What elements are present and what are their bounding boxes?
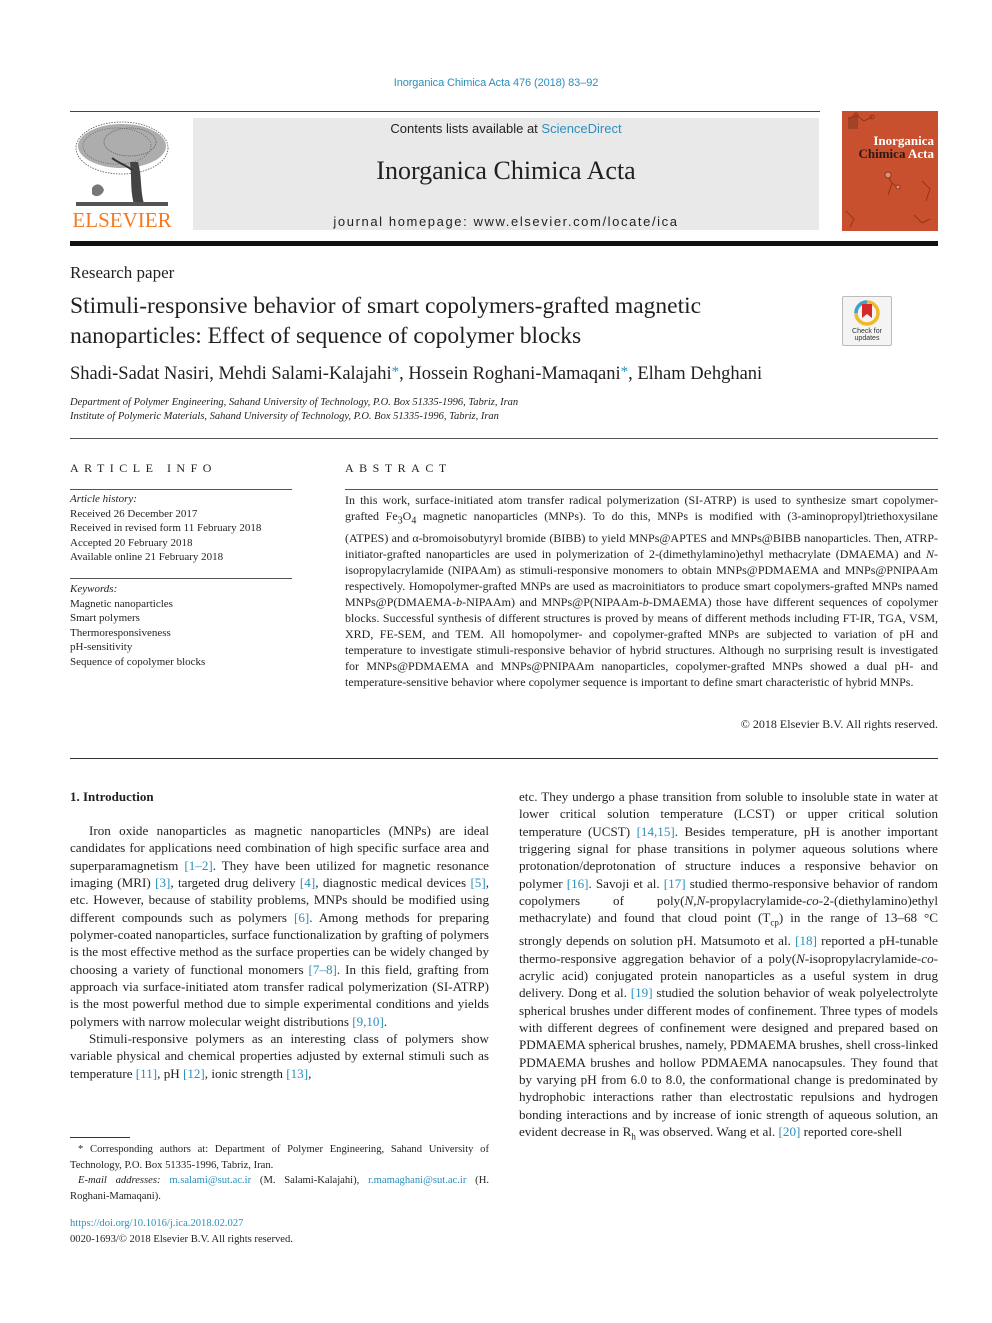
elsevier-wordmark: ELSEVIER	[72, 208, 172, 232]
email-link[interactable]: m.salami@sut.ac.ir	[169, 1175, 251, 1186]
sciencedirect-link[interactable]: ScienceDirect	[541, 121, 621, 136]
reference-link[interactable]: [12]	[183, 1066, 205, 1081]
author-name[interactable]: Mehdi Salami-Kalajahi	[219, 364, 392, 384]
crossmark-label: Check for updates	[852, 328, 882, 342]
keyword-item: Magnetic nanoparticles	[70, 597, 173, 610]
contents-prefix: Contents lists available at	[390, 121, 542, 136]
corresponding-author-star-icon[interactable]: *	[621, 364, 629, 380]
email-note: E-mail addresses: m.salami@sut.ac.ir (M.…	[70, 1175, 489, 1202]
article-info-rule	[70, 489, 292, 490]
corresponding-author-footnote: * Corresponding authors at: Department o…	[70, 1142, 489, 1204]
reference-link[interactable]: [1–2]	[184, 858, 212, 873]
paragraph: etc. They undergo a phase transition fro…	[519, 789, 938, 1142]
email-link[interactable]: r.mamaghani@sut.ac.ir	[368, 1175, 466, 1186]
cover-molecule-art-icon	[845, 112, 931, 228]
abstract-rule	[345, 489, 938, 490]
author-list: Shadi-Sadat Nasiri, Mehdi Salami-Kalajah…	[70, 364, 763, 384]
author-name[interactable]: Elham Dehghani	[637, 364, 762, 384]
check-for-updates-button[interactable]: Check for updates	[842, 296, 892, 346]
keywords: Keywords: Magnetic nanoparticles Smart p…	[70, 582, 300, 670]
reference-link[interactable]: [20]	[779, 1124, 801, 1139]
reference-link[interactable]: [9,10]	[352, 1014, 384, 1029]
crossmark-icon	[854, 300, 880, 326]
footnote-rule	[70, 1137, 130, 1138]
reference-link[interactable]: [3]	[155, 875, 170, 890]
cover-title-acta: Acta	[908, 146, 934, 161]
reference-link[interactable]: [6]	[294, 910, 309, 925]
keywords-rule	[70, 578, 292, 579]
reference-link[interactable]: [7–8]	[309, 962, 337, 977]
title-block-rule	[70, 438, 938, 439]
keyword-item: Sequence of copolymer blocks	[70, 655, 206, 668]
keywords-label: Keywords:	[70, 583, 118, 595]
journal-homepage: journal homepage: www.elsevier.com/locat…	[193, 214, 819, 229]
header-thick-rule	[70, 241, 938, 246]
section-heading-introduction: 1. Introduction	[70, 789, 154, 804]
abstract-heading: ABSTRACT	[345, 461, 452, 475]
homepage-link[interactable]: www.elsevier.com/locate/ica	[474, 214, 679, 229]
paragraph: Stimuli-responsive polymers as an intere…	[70, 1031, 489, 1081]
reference-link[interactable]: [5]	[470, 875, 485, 890]
journal-cover-thumbnail[interactable]: Inorganica Chimica Acta	[842, 111, 938, 231]
abstract-bottom-rule	[70, 758, 938, 759]
body-column-left: Iron oxide nanoparticles as magnetic nan…	[70, 822, 489, 1082]
journal-masthead: Contents lists available at ScienceDirec…	[193, 118, 819, 230]
elsevier-logo[interactable]: ELSEVIER	[70, 118, 180, 233]
elsevier-tree-icon	[75, 121, 169, 206]
reference-link[interactable]: [19]	[631, 985, 653, 1000]
reference-link[interactable]: [18]	[795, 933, 817, 948]
article-info-heading: ARTICLE INFO	[70, 461, 217, 475]
body-column-right: etc. They undergo a phase transition fro…	[519, 788, 938, 1146]
affiliation: Department of Polymer Engineering, Sahan…	[70, 397, 519, 408]
abstract-text: In this work, surface-initiated atom tra…	[345, 493, 938, 690]
abstract-copyright: © 2018 Elsevier B.V. All rights reserved…	[740, 717, 938, 731]
history-item: Available online 21 February 2018	[70, 551, 224, 564]
corresponding-note: * Corresponding authors at: Department o…	[70, 1144, 489, 1171]
author-name[interactable]: Hossein Roghani-Mamaqani	[408, 364, 620, 384]
affiliation: Institute of Polymeric Materials, Sahand…	[70, 411, 499, 422]
keyword-item: pH-sensitivity	[70, 641, 133, 654]
reference-link[interactable]: [14,15]	[637, 824, 675, 839]
contents-availability: Contents lists available at ScienceDirec…	[193, 121, 819, 136]
homepage-prefix: journal homepage:	[333, 214, 474, 229]
keyword-item: Thermoresponsiveness	[70, 626, 171, 639]
cover-title-chimica: Chimica	[858, 146, 906, 161]
corresponding-author-star-icon[interactable]: *	[392, 364, 400, 380]
reference-link[interactable]: [13]	[286, 1066, 308, 1081]
journal-citation-link[interactable]: Inorganica Chimica Acta 476 (2018) 83–92	[0, 77, 992, 89]
article-title: Stimuli-responsive behavior of smart cop…	[70, 293, 702, 349]
doi-block: https://doi.org/10.1016/j.ica.2018.02.02…	[70, 1216, 293, 1247]
issn-copyright: 0020-1693/© 2018 Elsevier B.V. All right…	[70, 1233, 293, 1245]
keyword-item: Smart polymers	[70, 612, 140, 625]
email-label: E-mail addresses:	[78, 1175, 161, 1186]
history-item: Received 26 December 2017	[70, 507, 198, 520]
reference-link[interactable]: [17]	[664, 876, 686, 891]
author-name[interactable]: Shadi-Sadat Nasiri	[70, 364, 209, 384]
history-item: Accepted 20 February 2018	[70, 536, 193, 549]
paper-type: Research paper	[70, 263, 175, 282]
journal-title: Inorganica Chimica Acta	[376, 156, 636, 185]
history-item: Received in revised form 11 February 201…	[70, 522, 262, 535]
doi-link[interactable]: https://doi.org/10.1016/j.ica.2018.02.02…	[70, 1218, 243, 1229]
reference-link[interactable]: [11]	[136, 1066, 157, 1081]
cover-title-line2: Chimica Acta	[859, 146, 935, 162]
article-history: Article history: Received 26 December 20…	[70, 492, 300, 565]
paragraph: Iron oxide nanoparticles as magnetic nan…	[70, 823, 490, 1029]
reference-link[interactable]: [16]	[567, 876, 589, 891]
reference-link[interactable]: [4]	[300, 875, 315, 890]
header-rule	[70, 111, 820, 112]
history-label: Article history:	[70, 493, 137, 505]
